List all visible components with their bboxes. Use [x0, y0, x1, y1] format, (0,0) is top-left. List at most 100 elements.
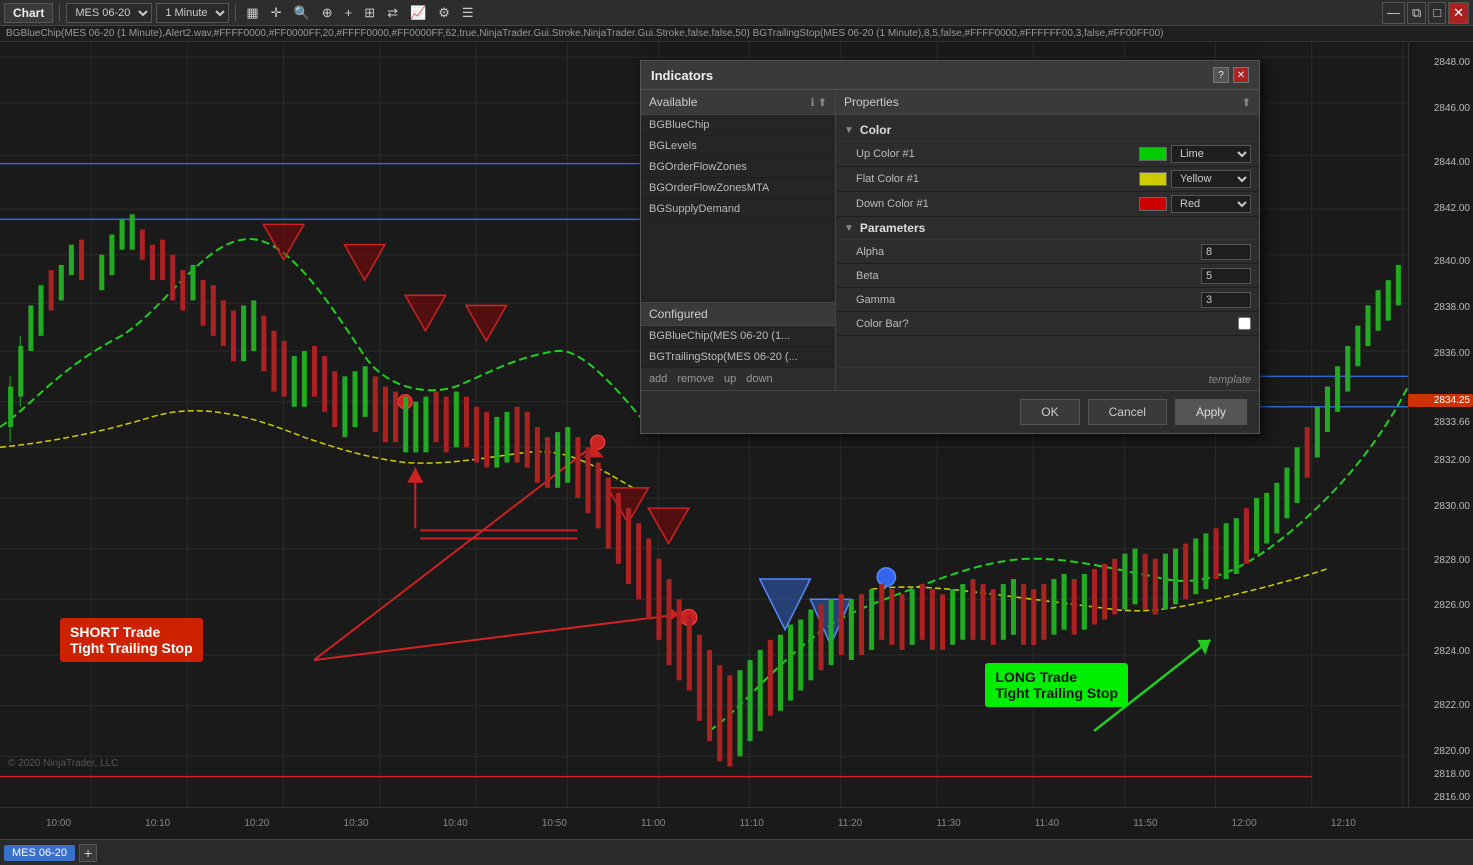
separator-2	[235, 4, 236, 22]
ok-button[interactable]: OK	[1020, 399, 1079, 425]
app-title[interactable]: Chart	[4, 3, 53, 23]
bar-chart-icon[interactable]: ▦	[242, 3, 262, 23]
dialog-help-button[interactable]: ?	[1213, 67, 1229, 83]
data-box-icon[interactable]: ⊞	[360, 3, 379, 23]
cancel-button[interactable]: Cancel	[1088, 399, 1167, 425]
flat-color-swatch[interactable]	[1139, 172, 1167, 186]
alpha-label: Alpha	[856, 246, 1201, 258]
time-1010: 10:10	[145, 818, 170, 829]
available-item-bgorderflowzonesmta[interactable]: BGOrderFlowZonesMTA	[641, 178, 835, 199]
zoom-in-icon[interactable]: ⊕	[318, 3, 337, 23]
configured-item-bgtrailingstop[interactable]: BGTrailingStop(MES 06-20 (...	[641, 347, 835, 368]
indicators-dialog: Indicators ? ✕ Available ℹ ⬆ BGBlueChip …	[640, 60, 1260, 434]
action-remove[interactable]: remove	[677, 373, 714, 385]
alpha-row: Alpha	[836, 240, 1259, 264]
price-2816: 2816.00	[1408, 792, 1473, 803]
available-header: Available ℹ ⬆	[641, 90, 835, 115]
long-trade-annotation: LONG Trade Tight Trailing Stop	[985, 663, 1128, 707]
color-section-header[interactable]: ▼ Color	[836, 119, 1259, 142]
price-2838: 2838.00	[1408, 302, 1473, 313]
indicator-icon[interactable]: 📈	[406, 3, 430, 23]
price-2848: 2848.00	[1408, 57, 1473, 68]
properties-header: Properties ⬆	[836, 90, 1259, 115]
up-color-row: Up Color #1 Lime	[836, 142, 1259, 167]
configured-section: Configured BGBlueChip(MES 06-20 (1... BG…	[641, 302, 835, 390]
up-color-select[interactable]: Lime	[1171, 145, 1251, 163]
maximize-icon[interactable]: □	[1428, 2, 1446, 24]
configured-item-bgbluechip[interactable]: BGBlueChip(MES 06-20 (1...	[641, 326, 835, 347]
up-color-value: Lime	[1139, 145, 1251, 163]
available-item-bglevels[interactable]: BGLevels	[641, 136, 835, 157]
timeframe-select[interactable]: 1 Minute	[156, 3, 229, 23]
properties-label: Properties	[844, 95, 899, 109]
beta-row: Beta	[836, 264, 1259, 288]
configured-list[interactable]: BGBlueChip(MES 06-20 (1... BGTrailingSto…	[641, 326, 835, 368]
price-2824: 2824.00	[1408, 646, 1473, 657]
compare-icon[interactable]: ⇄	[383, 3, 402, 23]
alpha-value	[1201, 244, 1251, 260]
down-color-swatch[interactable]	[1139, 197, 1167, 211]
magnify-icon[interactable]: 🔍	[290, 3, 314, 23]
available-list[interactable]: BGBlueChip BGLevels BGOrderFlowZones BGO…	[641, 115, 835, 302]
price-2842: 2842.00	[1408, 203, 1473, 214]
beta-input[interactable]	[1201, 268, 1251, 284]
separator-1	[59, 4, 60, 22]
gamma-label: Gamma	[856, 294, 1201, 306]
template-link[interactable]: template	[1209, 374, 1251, 386]
action-down[interactable]: down	[746, 373, 772, 385]
available-info-icon: ℹ ⬆	[811, 96, 827, 109]
available-item-bgsupplydemand[interactable]: BGSupplyDemand	[641, 199, 835, 220]
time-1040: 10:40	[443, 818, 468, 829]
minimize-icon[interactable]: —	[1382, 2, 1405, 24]
price-2844: 2844.00	[1408, 157, 1473, 168]
price-2833: 2833.66	[1408, 417, 1473, 428]
title-buttons: ? ✕	[1213, 67, 1249, 83]
down-color-select[interactable]: Red	[1171, 195, 1251, 213]
available-label: Available	[649, 95, 697, 109]
toolbar: Chart MES 06-20 1 Minute ▦ ✛ 🔍 ⊕ + ⊞ ⇄ 📈…	[0, 0, 1473, 26]
short-trade-annotation: SHORT Trade Tight Trailing Stop	[60, 618, 203, 662]
restore-icon[interactable]: ⧉	[1407, 2, 1426, 24]
parameters-section-name: Parameters	[860, 221, 925, 235]
price-2834-highlight: 2834.25	[1408, 394, 1473, 407]
price-2818: 2818.00	[1408, 769, 1473, 780]
time-1130: 11:30	[936, 818, 960, 829]
price-2826: 2826.00	[1408, 600, 1473, 611]
action-add[interactable]: add	[649, 373, 667, 385]
infobar: BGBlueChip(MES 06-20 (1 Minute),Alert2.w…	[0, 26, 1473, 42]
colorbar-label: Color Bar?	[856, 318, 1238, 330]
flat-color-value: Yellow	[1139, 170, 1251, 188]
parameters-chevron-icon: ▼	[844, 223, 854, 234]
crosshair-icon[interactable]: ✛	[267, 3, 286, 23]
time-1140: 11:40	[1035, 818, 1059, 829]
list-icon[interactable]: ☰	[458, 3, 478, 23]
up-color-swatch[interactable]	[1139, 147, 1167, 161]
time-1200: 12:00	[1232, 818, 1257, 829]
available-item-bgbluechip[interactable]: BGBlueChip	[641, 115, 835, 136]
plus-icon[interactable]: +	[341, 3, 357, 22]
action-up[interactable]: up	[724, 373, 736, 385]
strategy-icon[interactable]: ⚙	[434, 3, 454, 23]
time-1000: 10:00	[46, 818, 71, 829]
flat-color-label: Flat Color #1	[856, 173, 1139, 185]
close-window-icon[interactable]: ✕	[1448, 2, 1469, 24]
parameters-section-header[interactable]: ▼ Parameters	[836, 217, 1259, 240]
time-1150: 11:50	[1133, 818, 1157, 829]
flat-color-select[interactable]: Yellow	[1171, 170, 1251, 188]
apply-button[interactable]: Apply	[1175, 399, 1247, 425]
dialog-close-button[interactable]: ✕	[1233, 67, 1249, 83]
price-2836: 2836.00	[1408, 348, 1473, 359]
down-color-value: Red	[1139, 195, 1251, 213]
colorbar-checkbox[interactable]	[1238, 317, 1251, 330]
flat-color-row: Flat Color #1 Yellow	[836, 167, 1259, 192]
gamma-input[interactable]	[1201, 292, 1251, 308]
add-tab-button[interactable]: +	[79, 844, 97, 862]
alpha-input[interactable]	[1201, 244, 1251, 260]
instrument-tab[interactable]: MES 06-20	[4, 845, 75, 861]
color-section-name: Color	[860, 123, 891, 137]
instrument-select[interactable]: MES 06-20	[66, 3, 152, 23]
price-2820: 2820.00	[1408, 746, 1473, 757]
available-item-bgorderflowzones[interactable]: BGOrderFlowZones	[641, 157, 835, 178]
copyright-text: © 2020 NinjaTrader, LLC	[8, 758, 118, 769]
available-panel: Available ℹ ⬆ BGBlueChip BGLevels BGOrde…	[641, 90, 836, 390]
